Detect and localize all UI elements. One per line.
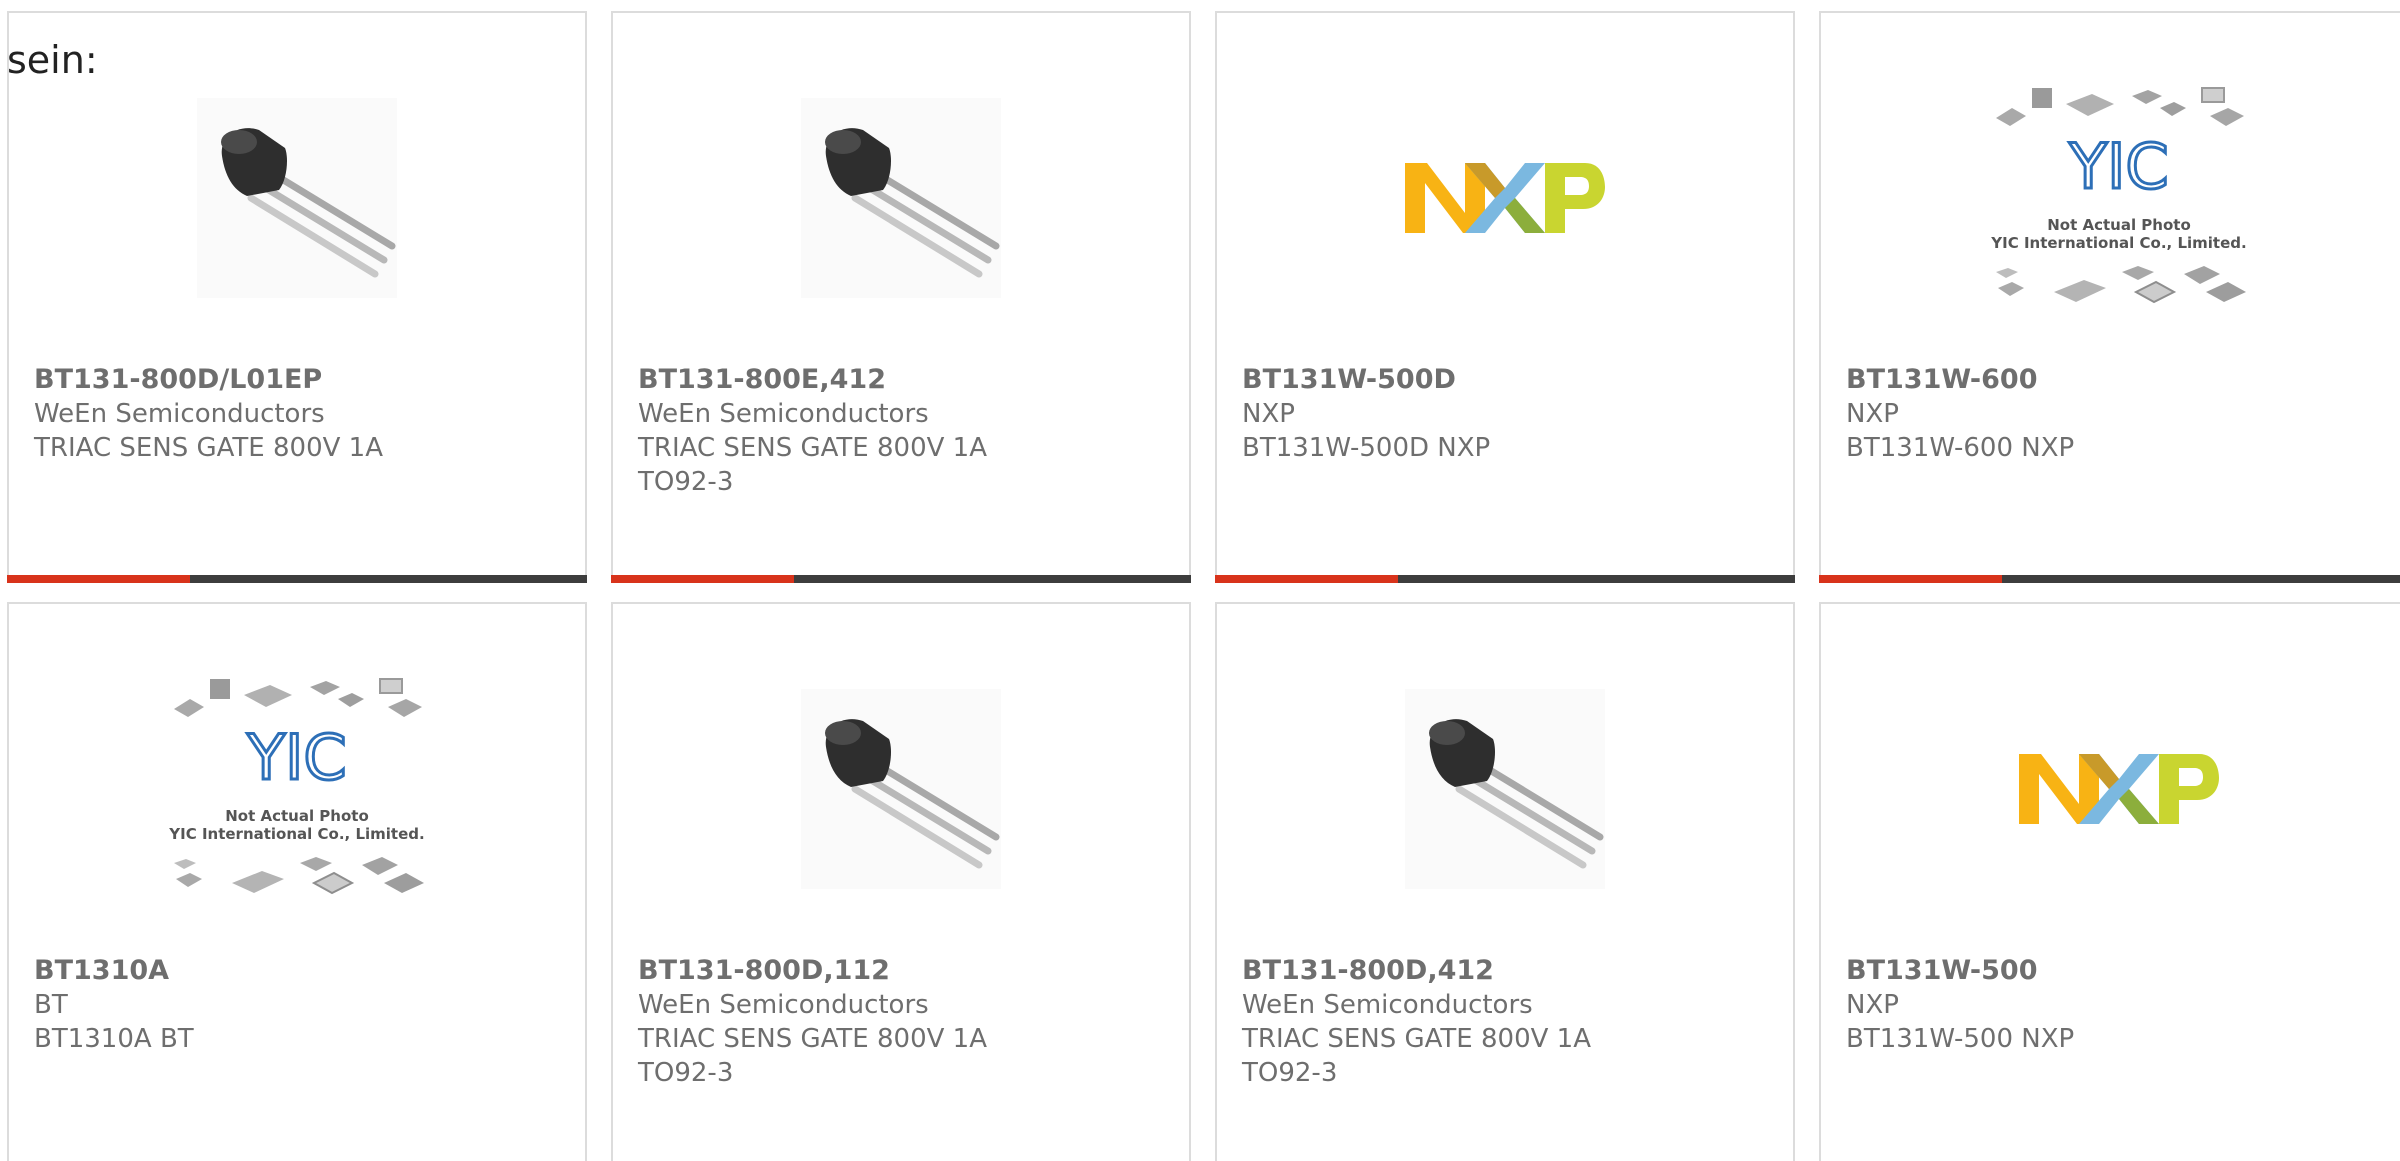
svg-text:Not Actual Photo: Not Actual Photo <box>2047 216 2191 234</box>
package: TO92-3 <box>1242 1058 1338 1088</box>
product-info: BT131W-500 NXP BT131W-500 NXP <box>1846 954 2397 1056</box>
product-info: BT131-800E,412 WeEn Semiconductors TRIAC… <box>638 363 1169 499</box>
card-accent <box>7 575 190 583</box>
product-card[interactable]: BT131-800D,112 WeEn Semiconductors TRIAC… <box>611 602 1191 1161</box>
yic-placeholder-image: YIC Not Actual Photo YIC International C… <box>1990 87 2247 304</box>
product-card[interactable]: BT131-800D/L01EP WeEn Semiconductors TRI… <box>7 11 587 583</box>
part-number[interactable]: BT131-800D/L01EP <box>34 363 565 397</box>
part-number[interactable]: BT1310A <box>34 954 565 988</box>
to92-transistor-icon <box>801 98 1001 298</box>
nxp-logo <box>1405 163 1605 233</box>
svg-text:YIC: YIC <box>246 721 346 794</box>
product-image[interactable]: YIC Not Actual Photo YIC International C… <box>1821 83 2400 313</box>
manufacturer: NXP <box>1846 399 1899 429</box>
manufacturer: WeEn Semiconductors <box>34 399 325 429</box>
to92-transistor-icon <box>801 689 1001 889</box>
card-bottom-bar <box>611 575 1191 583</box>
card-accent <box>1215 575 1398 583</box>
manufacturer: WeEn Semiconductors <box>638 990 929 1020</box>
manufacturer: NXP <box>1846 990 1899 1020</box>
part-number[interactable]: BT131-800D,112 <box>638 954 1169 988</box>
product-image[interactable] <box>1217 83 1793 313</box>
product-info: BT131-800D/L01EP WeEn Semiconductors TRI… <box>34 363 565 465</box>
part-number[interactable]: BT131-800D,412 <box>1242 954 1773 988</box>
package: TO92-3 <box>638 467 734 497</box>
product-card[interactable]: YIC Not Actual Photo YIC International C… <box>1819 11 2400 583</box>
manufacturer: BT <box>34 990 68 1020</box>
product-image[interactable] <box>1217 674 1793 904</box>
manufacturer: WeEn Semiconductors <box>1242 990 1533 1020</box>
description: BT1310A BT <box>34 1024 194 1054</box>
svg-text:YIC: YIC <box>2068 130 2168 203</box>
product-info: BT131W-500D NXP BT131W-500D NXP <box>1242 363 1773 465</box>
card-accent <box>1819 575 2002 583</box>
product-grid: sein: BT131-800D/L01EP WeEn Semiconducto… <box>0 0 2400 1161</box>
svg-text:Not Actual Photo: Not Actual Photo <box>225 807 369 825</box>
card-bottom-bar <box>7 575 587 583</box>
description: TRIAC SENS GATE 800V 1A <box>1242 1024 1592 1054</box>
product-image[interactable] <box>613 83 1189 313</box>
description: TRIAC SENS GATE 800V 1A <box>34 433 384 463</box>
card-accent <box>611 575 794 583</box>
product-image[interactable] <box>9 83 585 313</box>
part-number[interactable]: BT131W-600 <box>1846 363 2397 397</box>
product-info: BT131-800D,112 WeEn Semiconductors TRIAC… <box>638 954 1169 1090</box>
description: BT131W-500D NXP <box>1242 433 1491 463</box>
product-image[interactable] <box>1821 674 2400 904</box>
description: BT131W-600 NXP <box>1846 433 2075 463</box>
yic-placeholder-image: YIC Not Actual Photo YIC International C… <box>168 678 425 895</box>
svg-text:YIC International Co., Limited: YIC International Co., Limited. <box>168 825 424 843</box>
product-info: BT1310A BT BT1310A BT <box>34 954 565 1056</box>
product-info: BT131W-600 NXP BT131W-600 NXP <box>1846 363 2397 465</box>
product-card[interactable]: YIC Not Actual Photo YIC International C… <box>7 602 587 1161</box>
card-bottom-bar <box>1819 575 2400 583</box>
manufacturer: NXP <box>1242 399 1295 429</box>
product-card[interactable]: BT131W-500 NXP BT131W-500 NXP <box>1819 602 2400 1161</box>
product-image[interactable]: YIC Not Actual Photo YIC International C… <box>9 674 585 904</box>
part-number[interactable]: BT131W-500D <box>1242 363 1773 397</box>
product-image[interactable] <box>613 674 1189 904</box>
part-number[interactable]: BT131W-500 <box>1846 954 2397 988</box>
product-card[interactable]: BT131-800D,412 WeEn Semiconductors TRIAC… <box>1215 602 1795 1161</box>
part-number[interactable]: BT131-800E,412 <box>638 363 1169 397</box>
to92-transistor-icon <box>197 98 397 298</box>
description: TRIAC SENS GATE 800V 1A <box>638 433 988 463</box>
to92-transistor-icon <box>1405 689 1605 889</box>
nxp-logo <box>2019 754 2219 824</box>
package: TO92-3 <box>638 1058 734 1088</box>
card-bottom-bar <box>1215 575 1795 583</box>
intro-text: sein: <box>7 38 98 82</box>
description: BT131W-500 NXP <box>1846 1024 2075 1054</box>
manufacturer: WeEn Semiconductors <box>638 399 929 429</box>
product-card[interactable]: BT131-800E,412 WeEn Semiconductors TRIAC… <box>611 11 1191 583</box>
description: TRIAC SENS GATE 800V 1A <box>638 1024 988 1054</box>
product-card[interactable]: BT131W-500D NXP BT131W-500D NXP <box>1215 11 1795 583</box>
product-info: BT131-800D,412 WeEn Semiconductors TRIAC… <box>1242 954 1773 1090</box>
svg-text:YIC International Co., Limited: YIC International Co., Limited. <box>1990 234 2246 252</box>
